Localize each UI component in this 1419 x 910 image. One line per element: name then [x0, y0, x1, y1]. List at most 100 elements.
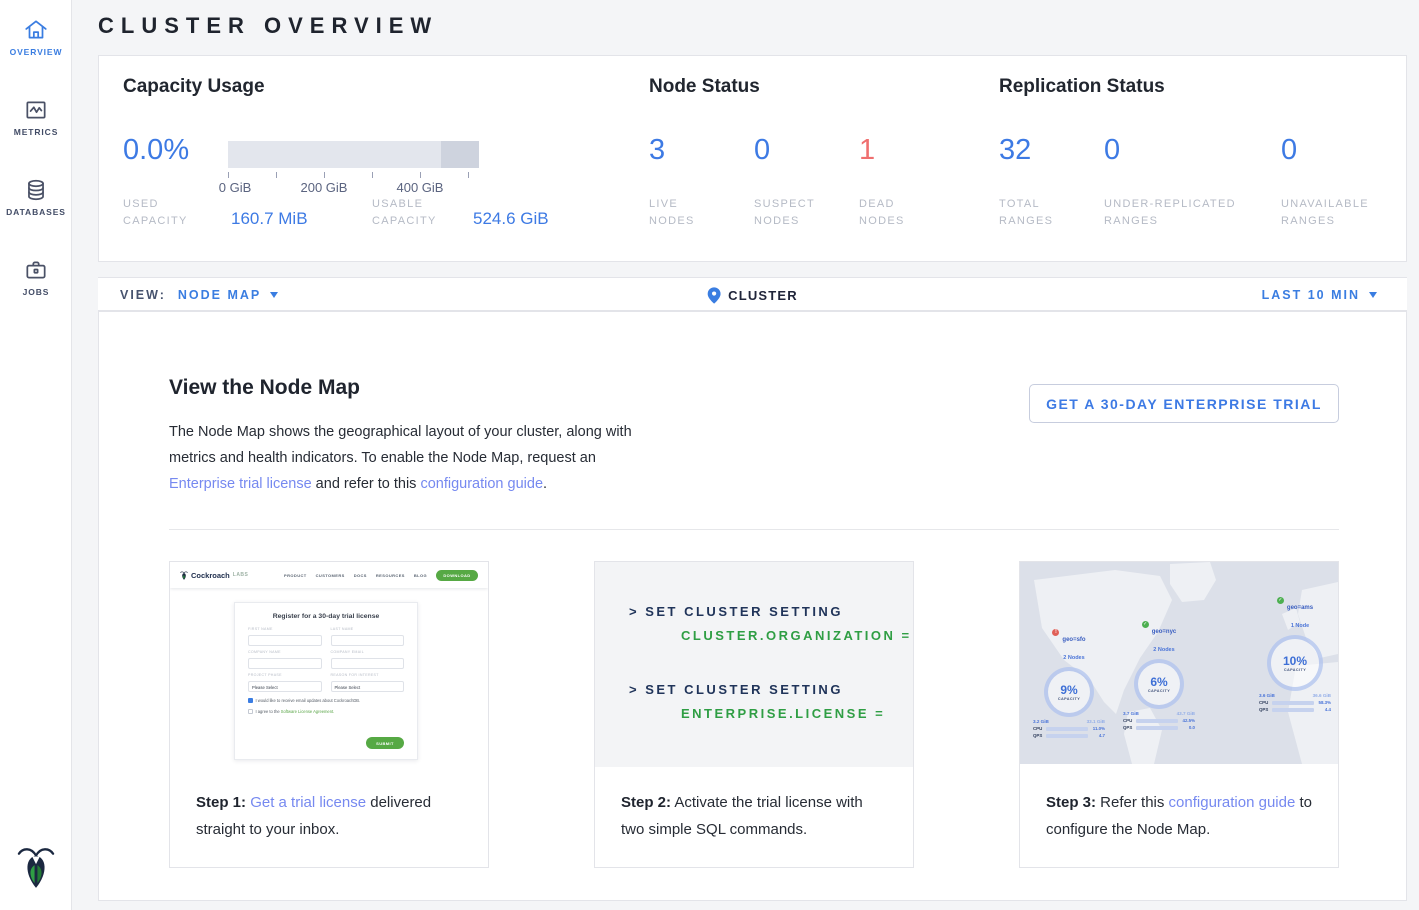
usable-capacity-value: 524.6 GiB [473, 209, 549, 229]
time-range-value: LAST 10 MIN [1262, 288, 1360, 302]
step3-caption: Step 3: Refer this configuration guide t… [1020, 765, 1338, 867]
mini-form-title: Register for a 30-day trial license [248, 613, 404, 620]
capacity-percent: 0.0% [123, 134, 189, 167]
mini-trial-form: Register for a 30-day trial license FIRS… [234, 602, 418, 760]
mini-site-header: Cockroach LABS PRODUCT CUSTOMERS DOCS RE… [170, 562, 488, 588]
node-map-card: View the Node Map The Node Map shows the… [98, 311, 1407, 901]
replication-status-title: Replication Status [999, 76, 1165, 98]
mini-input [331, 635, 405, 646]
configuration-guide-link[interactable]: configuration guide [420, 476, 543, 492]
cluster-breadcrumb: CLUSTER [707, 278, 798, 312]
unavailable-ranges-value: 0 [1281, 134, 1297, 167]
divider [169, 529, 1339, 530]
sidebar-item-label: OVERVIEW [0, 47, 72, 57]
node-status-title: Node Status [649, 76, 760, 98]
capacity-usage-title: Capacity Usage [123, 76, 265, 98]
mini-site-nav: PRODUCT CUSTOMERS DOCS RESOURCES BLOG DO… [284, 570, 478, 581]
suspect-nodes-label: SUSPECT NODES [754, 196, 815, 230]
mini-input [248, 658, 322, 669]
chevron-down-icon [270, 292, 278, 298]
sidebar-item-metrics[interactable]: METRICS [0, 97, 72, 137]
sidebar-item-label: DATABASES [0, 207, 72, 217]
gauge-tick-label: 400 GiB [397, 180, 444, 195]
sidebar-item-label: JOBS [0, 287, 72, 297]
suspect-nodes-value: 0 [754, 134, 770, 167]
sql-setting: CLUSTER.ORGANIZATION = [681, 628, 912, 643]
locality-name: geo=nyc [1152, 629, 1177, 635]
live-nodes-value: 3 [649, 134, 665, 167]
get-trial-license-link[interactable]: Get a trial license [250, 794, 366, 811]
under-replicated-ranges-value: 0 [1104, 134, 1120, 167]
status-ok-icon: ✓ [1142, 621, 1149, 628]
home-icon [23, 17, 49, 43]
metrics-icon [23, 97, 49, 123]
gauge-tick-label: 0 GiB [219, 180, 252, 195]
used-capacity-value: 160.7 MiB [231, 209, 308, 229]
mini-checkbox [248, 709, 253, 714]
sql-prompt: > SET CLUSTER SETTING [629, 604, 843, 619]
status-warning-icon: ! [1052, 629, 1059, 636]
step1-card: Cockroach LABS PRODUCT CUSTOMERS DOCS RE… [169, 561, 489, 868]
cockroach-labs-logo: Cockroach LABS [180, 570, 248, 581]
total-ranges-label: TOTAL RANGES [999, 196, 1053, 230]
usable-capacity-label: USABLE CAPACITY [372, 196, 437, 230]
step3-card: ! geo=sfo 2 Nodes 9% CAPACITY 3.2 GiB33.… [1019, 561, 1339, 868]
mini-nav-item: PRODUCT [284, 573, 307, 578]
cockroachdb-logo [0, 843, 72, 896]
capacity-gauge [228, 141, 479, 168]
mini-submit-button: SUBMIT [366, 737, 404, 749]
sql-prompt: > SET CLUSTER SETTING [629, 682, 843, 697]
sidebar-item-jobs[interactable]: JOBS [0, 257, 72, 297]
step2-card: > SET CLUSTER SETTING CLUSTER.ORGANIZATI… [594, 561, 914, 868]
view-value: NODE MAP [178, 288, 261, 302]
used-capacity-label: USED CAPACITY [123, 196, 188, 230]
unavailable-ranges-label: UNAVAILABLE RANGES [1281, 196, 1369, 230]
enterprise-trial-license-link[interactable]: Enterprise trial license [169, 476, 312, 492]
sidebar-item-overview[interactable]: OVERVIEW [0, 17, 72, 57]
capacity-gauge-used-segment [441, 141, 479, 168]
mini-nav-item: BLOG [414, 573, 427, 578]
view-bar: VIEW: NODE MAP CLUSTER LAST 10 MIN [98, 277, 1407, 311]
mini-input [331, 658, 405, 669]
main-content: CLUSTER OVERVIEW Capacity Usage 0.0% 0 G… [72, 0, 1419, 910]
capacity-donut: 9% CAPACITY [1044, 667, 1094, 717]
capacity-donut: 10% CAPACITY [1267, 635, 1323, 691]
jobs-icon [23, 257, 49, 283]
status-ok-icon: ✓ [1277, 597, 1284, 604]
step3-node-map-preview: ! geo=sfo 2 Nodes 9% CAPACITY 3.2 GiB33.… [1020, 562, 1338, 764]
locality-name: geo=sfo [1062, 637, 1085, 643]
view-selector-dropdown[interactable]: VIEW: NODE MAP [120, 278, 278, 312]
locality-name: geo=ams [1287, 605, 1313, 611]
cockroach-bug-icon [180, 570, 188, 581]
cluster-label: CLUSTER [728, 288, 798, 303]
node-map-description: The Node Map shows the geographical layo… [169, 419, 639, 497]
dead-nodes-label: DEAD NODES [859, 196, 905, 230]
locality-sfo: ! geo=sfo 2 Nodes 9% CAPACITY 3.2 GiB33.… [1026, 628, 1112, 738]
locality-nodes: 1 Node [1291, 623, 1309, 629]
configuration-guide-link[interactable]: configuration guide [1169, 794, 1296, 811]
mini-checkbox-checked [248, 698, 253, 703]
step1-screenshot: Cockroach LABS PRODUCT CUSTOMERS DOCS RE… [170, 562, 488, 768]
mini-select: Please Select [331, 681, 405, 692]
step2-code-block: > SET CLUSTER SETTING CLUSTER.ORGANIZATI… [595, 562, 913, 767]
view-label: VIEW: [120, 288, 166, 302]
mini-nav-item: RESOURCES [376, 573, 405, 578]
mini-nav-item: DOCS [354, 573, 367, 578]
time-range-dropdown[interactable]: LAST 10 MIN [1262, 278, 1377, 312]
node-map-heading: View the Node Map [169, 376, 360, 400]
step2-caption: Step 2: Activate the trial license with … [595, 765, 913, 867]
cluster-summary-card: Capacity Usage 0.0% 0 GiB 200 GiB 400 Gi… [98, 55, 1407, 262]
dead-nodes-value: 1 [859, 134, 875, 167]
locality-nodes: 2 Nodes [1063, 655, 1084, 661]
under-replicated-ranges-label: UNDER-REPLICATED RANGES [1104, 196, 1236, 230]
page-title: CLUSTER OVERVIEW [98, 13, 438, 39]
mini-select: Please Select [248, 681, 322, 692]
enterprise-trial-button[interactable]: GET A 30-DAY ENTERPRISE TRIAL [1029, 384, 1339, 423]
mini-nav-item: CUSTOMERS [316, 573, 345, 578]
live-nodes-label: LIVE NODES [649, 196, 695, 230]
sidebar: OVERVIEW METRICS DATABASES JOBS [0, 0, 72, 910]
sidebar-item-databases[interactable]: DATABASES [0, 177, 72, 217]
chevron-down-icon [1369, 292, 1377, 298]
capacity-donut: 6% CAPACITY [1134, 659, 1184, 709]
locality-ams: ✓ geo=ams 1 Node 10% CAPACITY 3.6 GiB36.… [1252, 596, 1338, 712]
